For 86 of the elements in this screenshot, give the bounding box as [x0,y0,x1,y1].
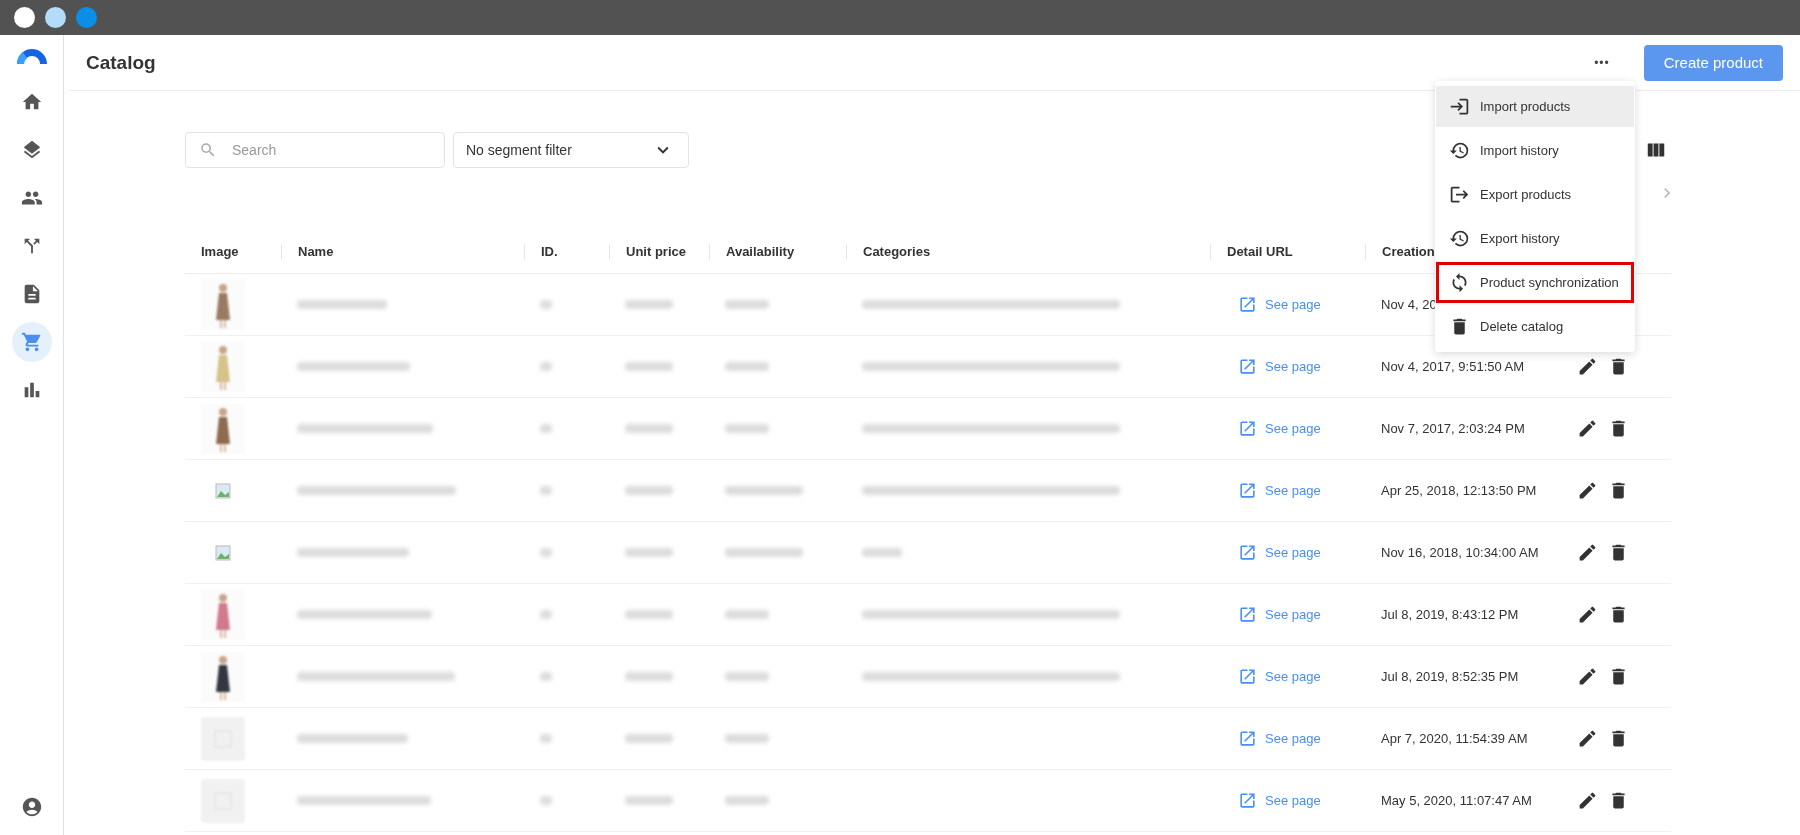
blurred-text [625,362,673,371]
edit-icon[interactable] [1577,666,1598,687]
menu-item[interactable]: Import products [1436,86,1634,127]
search-icon [199,141,217,159]
column-header: Availability [709,243,846,260]
external-link-icon [1238,605,1257,624]
external-link-icon [1238,419,1257,438]
creation-date: Jul 8, 2019, 8:52:35 PM [1381,669,1519,684]
history-icon [1449,140,1470,161]
export-icon [1449,184,1470,205]
edit-icon[interactable] [1577,790,1598,811]
column-header: Categories [846,243,1210,260]
creation-date: May 5, 2020, 11:07:47 AM [1381,793,1532,808]
creation-date: Jul 8, 2019, 8:43:12 PM [1381,607,1519,622]
see-page-link[interactable]: See page [1238,605,1321,624]
blurred-text [725,796,769,805]
blurred-text [540,362,552,371]
external-link-icon [1238,791,1257,810]
blurred-text [540,672,552,681]
blurred-text [725,672,769,681]
import-icon [1449,96,1470,117]
external-link-icon [1238,481,1257,500]
edit-icon[interactable] [1577,418,1598,439]
blurred-text [540,486,552,495]
blurred-text [540,548,552,557]
blurred-text [725,300,769,309]
blurred-text [862,548,902,557]
external-link-icon [1238,543,1257,562]
window-control-dot[interactable] [76,7,97,28]
external-link-icon [1238,357,1257,376]
edit-icon[interactable] [1577,480,1598,501]
blurred-text [725,734,769,743]
blurred-text [625,548,673,557]
window-control-dot[interactable] [45,7,66,28]
creation-date: Nov 16, 2018, 10:34:00 AM [1381,545,1539,560]
see-page-link[interactable]: See page [1238,667,1321,686]
see-page-link[interactable]: See page [1238,481,1321,500]
segment-filter-dropdown[interactable]: No segment filter [453,132,689,168]
edit-icon[interactable] [1577,356,1598,377]
more-button[interactable]: ••• [1594,55,1610,70]
blurred-text [725,362,769,371]
edit-icon[interactable] [1577,542,1598,563]
blurred-text [625,300,673,309]
page-title: Catalog [86,51,157,74]
blurred-text [540,610,552,619]
blurred-text [625,610,673,619]
logo-icon [16,49,47,64]
blurred-text [725,610,769,619]
blurred-text [540,424,552,433]
window-control-dot[interactable] [14,7,35,28]
see-page-link[interactable]: See page [1238,791,1321,810]
blurred-text [625,734,673,743]
external-link-icon [1238,729,1257,748]
external-link-icon [1238,667,1257,686]
column-header: Unit price [609,243,709,260]
broken-image-icon [215,482,231,499]
blurred-text [540,796,552,805]
blurred-text [625,672,673,681]
edit-icon[interactable] [1577,604,1598,625]
creation-date: Apr 7, 2020, 11:54:39 AM [1381,731,1528,746]
column-header: Detail URL [1210,243,1365,260]
blurred-text [625,486,673,495]
see-page-link[interactable]: See page [1238,295,1321,314]
column-header: Name [281,243,524,260]
search-field[interactable]: Search [185,132,445,168]
blurred-text [725,424,769,433]
cart-nav-icon[interactable] [11,322,52,362]
column-header: ID. [524,243,609,260]
see-page-link[interactable]: See page [1238,419,1321,438]
creation-date: Apr 25, 2018, 12:13:50 PM [1381,483,1537,498]
broken-image-icon [215,544,231,561]
see-page-link[interactable]: See page [1238,357,1321,376]
blurred-text [540,734,552,743]
menu-item[interactable]: Product synchronization [1436,262,1634,303]
blurred-text [540,300,552,309]
column-header: Image [200,243,240,260]
edit-icon[interactable] [1577,728,1598,749]
creation-date: Nov 4, 2017, 9:51:50 AM [1381,359,1525,374]
history-icon [1449,228,1470,249]
see-page-link[interactable]: See page [1238,543,1321,562]
create-product-button[interactable]: Create product [1643,44,1783,81]
external-link-icon [1238,295,1257,314]
blurred-text [625,796,673,805]
see-page-link[interactable]: See page [1238,729,1321,748]
creation-date: Nov 7, 2017, 2:03:24 PM [1381,421,1525,436]
blurred-text [625,424,673,433]
